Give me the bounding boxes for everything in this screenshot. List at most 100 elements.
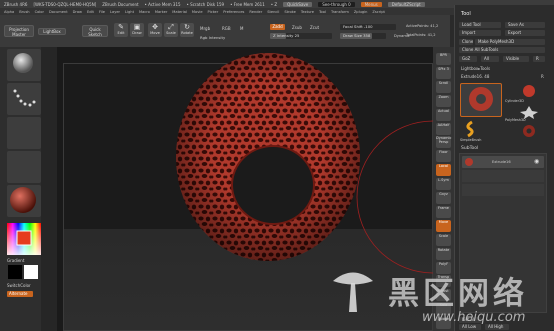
tool-palette-title[interactable]: Tool [461, 11, 471, 17]
shelf-aahalf-button[interactable]: AAHalf [436, 122, 451, 135]
subtool-section[interactable]: SubTool [461, 146, 478, 151]
menu-item-draw[interactable]: Draw [73, 10, 82, 14]
rgb-toggle[interactable]: RGB [222, 26, 231, 31]
goz-all-button[interactable]: All [481, 56, 499, 62]
menu-item-macro[interactable]: Macro [139, 10, 150, 14]
mrgb-toggle[interactable]: Mrgb [200, 26, 210, 31]
menu-item-render[interactable]: Render [249, 10, 262, 14]
shelf-dynamic-persp-button[interactable]: Dynamic Persp [436, 136, 451, 149]
color-picker-icon [7, 223, 41, 255]
subtool-item-active[interactable]: Extrude16 ◉ [462, 156, 544, 168]
clone-button[interactable]: Clone [459, 39, 473, 45]
menu-item-alpha[interactable]: Alpha [4, 10, 14, 14]
texture-thumbnail[interactable] [7, 151, 41, 183]
zadd-button[interactable]: Zadd [270, 24, 285, 30]
lightbox-button[interactable]: LightBox [38, 28, 66, 35]
edit-mode-button[interactable]: ✎ Edit [114, 23, 128, 37]
shelf-local-button[interactable]: Local [436, 164, 451, 177]
zsub-button[interactable]: Zsub [292, 25, 302, 30]
see-through-slider[interactable]: See-through 0 [318, 1, 355, 7]
menu-item-zscript[interactable]: Zscript [372, 10, 384, 14]
current-tool-r[interactable]: R [541, 74, 544, 79]
switch-color-button[interactable]: SwitchColor [7, 283, 31, 288]
eye-icon[interactable]: ◉ [534, 158, 539, 165]
menu-item-tool[interactable]: Tool [319, 10, 326, 14]
menu-item-preferences[interactable]: Preferences [223, 10, 244, 14]
menu-item-document[interactable]: Document [49, 10, 68, 14]
projection-master-button[interactable]: Projection Master [4, 25, 34, 37]
load-tool-button[interactable]: Load Tool [459, 22, 501, 28]
menu-item-stroke[interactable]: Stroke [284, 10, 295, 14]
move-mode-button[interactable]: ✥ Move [148, 23, 162, 37]
menu-item-movie[interactable]: Movie [192, 10, 203, 14]
menu-item-color[interactable]: Color [35, 10, 44, 14]
draw-size-slider[interactable]: Draw Size 358 [340, 33, 386, 39]
quicksave-button[interactable]: QuickSave [283, 1, 313, 7]
rotate-mode-button[interactable]: ↻ Rotate [180, 23, 194, 37]
stroke-thumbnail[interactable] [7, 83, 41, 115]
scratch-disk: • Scratch Disk 159 [186, 1, 225, 7]
scale-mode-button[interactable]: ⤢ Scale [164, 23, 178, 37]
edit-label: Edit [117, 31, 125, 35]
import-button[interactable]: Import [459, 30, 501, 36]
clone-all-subtools-button[interactable]: Clone All SubTools [459, 47, 545, 53]
shelf-floor-button[interactable]: Floor [436, 150, 451, 163]
menu-item-edit[interactable]: Edit [87, 10, 94, 14]
shelf-zoom-button[interactable]: Zoom [436, 94, 451, 107]
shelf-scroll-button[interactable]: Scroll [436, 80, 451, 93]
goz-visible-button[interactable]: Visible [503, 56, 529, 62]
menu-item-picker[interactable]: Picker [208, 10, 219, 14]
shelf-bpr-button[interactable]: BPR [436, 53, 451, 65]
goz-r-button[interactable]: R [533, 56, 545, 62]
focal-shift-label: Focal Shift [343, 24, 363, 29]
menu-item-zplugin[interactable]: Zplugin [354, 10, 368, 14]
shelf-move-button[interactable]: Move [436, 219, 451, 232]
save-as-button[interactable]: Save As [505, 22, 545, 28]
rgb-intensity-label[interactable]: Rgb Intensity [200, 35, 225, 40]
z-intensity-slider[interactable]: Z Intensity 25 [270, 33, 332, 39]
export-button[interactable]: Export [505, 30, 545, 36]
menu-item-marker[interactable]: Marker [155, 10, 167, 14]
tool-thumb-cylinder[interactable] [505, 83, 545, 99]
material-thumbnail[interactable] [7, 185, 41, 217]
menu-item-brush[interactable]: Brush [19, 10, 29, 14]
menu-item-file[interactable]: File [99, 10, 105, 14]
shelf-scale-button[interactable]: Scale [436, 233, 451, 246]
menu-item-light[interactable]: Light [125, 10, 134, 14]
m-toggle[interactable]: M [240, 26, 243, 31]
color-picker[interactable] [7, 223, 41, 255]
shelf-l-sym-button[interactable]: L.Sym [436, 178, 451, 191]
secondary-color-swatch[interactable] [8, 265, 22, 279]
shelf-frame-button[interactable]: Frame [436, 205, 451, 218]
tool-thumb-extrude[interactable] [505, 123, 545, 139]
make-polymesh-button[interactable]: Make PolyMesh3D [475, 39, 545, 45]
default-zscript-button[interactable]: DefaultZScript [387, 1, 425, 7]
quick-sketch-button[interactable]: Quick Sketch [82, 25, 108, 37]
menu-item-stencil[interactable]: Stencil [267, 10, 279, 14]
shelf-gxyz-button[interactable]: Gxyz [436, 192, 451, 204]
draw-mode-button[interactable]: ▣ Draw [130, 23, 144, 37]
alternate-button[interactable]: Alternate [7, 291, 33, 297]
menu-item-layer[interactable]: Layer [110, 10, 120, 14]
shelf-spix-3-button[interactable]: SPix 3 [436, 66, 451, 79]
brush-thumbnail[interactable] [7, 49, 41, 81]
menu-item-texture[interactable]: Texture [301, 10, 314, 14]
alpha-thumbnail[interactable] [7, 117, 41, 149]
lightbox-tools-button[interactable]: Lightbox▸Tools [461, 66, 490, 71]
goz-button[interactable]: GoZ [459, 56, 477, 62]
focal-shift-slider[interactable]: Focal Shift -100 [340, 24, 396, 30]
subtool-slot-empty[interactable] [462, 170, 544, 182]
main-color-swatch[interactable] [24, 265, 38, 279]
tool-thumb-active[interactable] [460, 83, 502, 117]
tool-thumb-polymesh[interactable] [505, 105, 545, 119]
zcut-button[interactable]: Zcut [310, 25, 319, 30]
menu-item-material[interactable]: Material [172, 10, 187, 14]
shelf-rotate-button[interactable]: Rotate [436, 247, 451, 260]
menu-item-transform[interactable]: Transform [331, 10, 349, 14]
subtool-slot-empty[interactable] [462, 184, 544, 196]
tool-thumb-simplebrush[interactable] [460, 120, 480, 138]
menus-button[interactable]: Menus [360, 1, 382, 7]
tool-thumb-cylinder-label: Cylinder3D [505, 99, 524, 103]
gradient-label[interactable]: Gradient [7, 258, 24, 263]
shelf-actual-button[interactable]: Actual [436, 108, 451, 121]
